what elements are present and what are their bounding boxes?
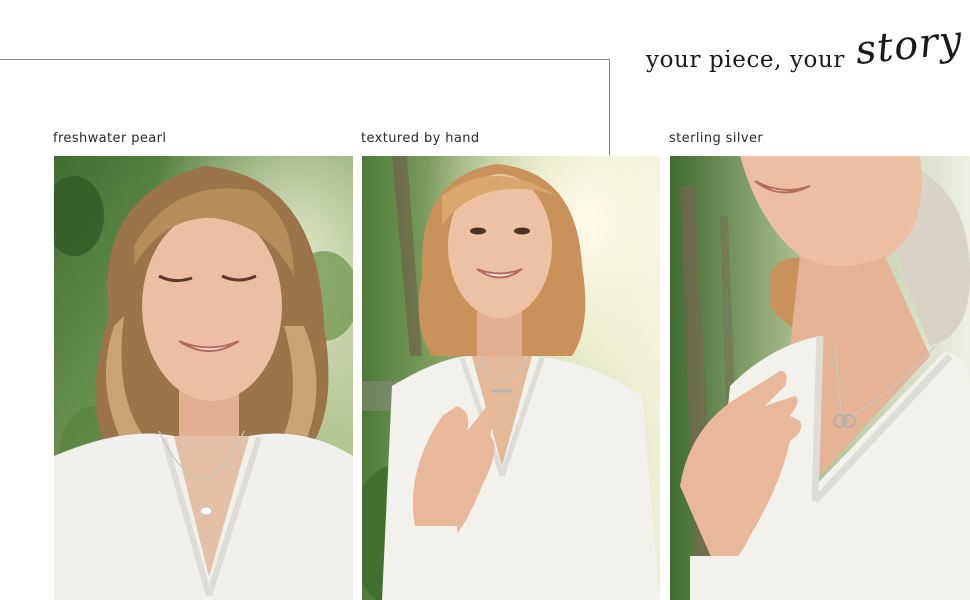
portrait-photo-icon	[362, 156, 660, 600]
photo-textured-by-hand	[362, 156, 660, 600]
caption-freshwater-pearl: freshwater pearl	[53, 131, 167, 146]
portrait-photo-icon	[54, 156, 353, 600]
caption-textured-by-hand: textured by hand	[361, 131, 480, 146]
headline-script-text: story	[853, 17, 965, 74]
closeup-photo-icon	[670, 156, 970, 600]
headline-main-text: your piece, your	[646, 47, 846, 73]
page: your piece, your story freshwater pearl …	[0, 0, 970, 600]
photo-sterling-silver	[670, 156, 970, 600]
photo-freshwater-pearl	[54, 156, 353, 600]
caption-sterling-silver: sterling silver	[669, 131, 764, 146]
